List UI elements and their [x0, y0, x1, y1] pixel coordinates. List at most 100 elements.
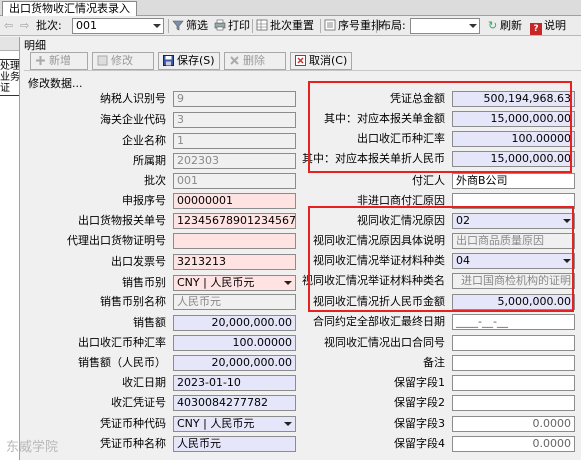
sales-currency-select[interactable]: CNY | 人民币元: [173, 275, 296, 291]
taxpayer-id-field[interactable]: 9: [173, 91, 296, 107]
voucher-currency-name-field[interactable]: 人民币元: [173, 436, 296, 452]
chevron-down-icon: [563, 219, 571, 223]
field-label: 视同收汇情况举证材料种类名: [302, 274, 445, 287]
filter-button[interactable]: 筛选: [172, 16, 208, 36]
reserved-field-2[interactable]: [452, 395, 575, 411]
left-nav-pane[interactable]: 处理业务证: [0, 37, 20, 460]
filter-label: 筛选: [186, 19, 208, 32]
tab-bar: 出口货物收汇情况表录入: [0, 0, 581, 16]
customs-code-field[interactable]: 3: [173, 112, 296, 128]
payer-field[interactable]: 外商B公司: [452, 173, 575, 189]
receipt-voucher-no-field[interactable]: 4030084277782: [173, 395, 296, 411]
field-label: 销售币别: [122, 276, 166, 289]
print-label: 打印: [228, 19, 250, 32]
edit-label: 修改: [111, 54, 133, 67]
field-label: 其中：对应本报关单折人民币: [302, 152, 445, 165]
sales-amount-field[interactable]: 20,000,000.00: [173, 315, 296, 331]
field-label: 海关企业代码: [100, 113, 166, 126]
reserved-field-4[interactable]: 0.0000: [452, 436, 575, 452]
voucher-total-field[interactable]: 500,194,968.63: [452, 91, 575, 107]
reserved-field-3[interactable]: 0.0000: [452, 416, 575, 432]
chevron-down-icon: [153, 24, 161, 28]
non-importer-reason-field[interactable]: [452, 193, 575, 209]
edit-icon: [97, 55, 108, 66]
save-label: 保存(S): [177, 54, 215, 67]
field-label: 收汇凭证号: [111, 396, 166, 409]
sales-currency-name-field[interactable]: 人民币元: [173, 294, 296, 310]
reset-batch-label: 批次重置: [270, 19, 314, 32]
status-text: 修改数据...: [28, 77, 83, 90]
field-label: 合同约定全部收汇最终日期: [313, 315, 445, 328]
plus-icon: [35, 55, 46, 66]
reserved-field-1[interactable]: [452, 375, 575, 391]
declaration-amount-rmb-field[interactable]: 15,000,000.00: [452, 151, 575, 167]
add-label: 新增: [49, 54, 71, 67]
invoice-no-field[interactable]: 3213213: [173, 254, 296, 270]
field-label: 申报序号: [122, 194, 166, 207]
chevron-down-icon: [469, 24, 477, 28]
refresh-icon[interactable]: ↻: [488, 16, 497, 36]
deemed-reason-detail-field[interactable]: 出口商品质量原因: [452, 233, 575, 249]
save-icon: [163, 55, 174, 66]
cancel-icon: [295, 55, 306, 66]
voucher-currency-select[interactable]: CNY | 人民币元: [173, 416, 296, 432]
field-label: 保留字段2: [394, 396, 445, 409]
deemed-reason-select[interactable]: 02: [452, 213, 575, 229]
contract-no-field[interactable]: [452, 335, 575, 351]
company-name-field[interactable]: 1: [173, 133, 296, 149]
toolbar-divider: [252, 19, 253, 33]
field-label: 视同收汇情况原因: [357, 214, 445, 227]
agency-cert-no-field[interactable]: [173, 233, 296, 249]
reorder-button[interactable]: 序号重排: [324, 16, 382, 36]
batch-field[interactable]: 001: [173, 173, 296, 189]
customs-declaration-no-field[interactable]: 123456789012345678001: [173, 213, 296, 229]
filter-icon: [172, 18, 184, 31]
printer-icon: [214, 18, 226, 31]
layout-select[interactable]: [410, 18, 480, 34]
cancel-button[interactable]: 取消(C): [290, 52, 352, 70]
batch-select[interactable]: 001: [72, 18, 164, 34]
exchange-rate-field[interactable]: 100.00000: [173, 335, 296, 351]
save-button[interactable]: 保存(S): [158, 52, 220, 70]
tab-export-receipt-entry[interactable]: 出口货物收汇情况表录入: [2, 1, 137, 16]
forward-arrow-icon[interactable]: ⇨: [20, 16, 29, 36]
edit-button[interactable]: 修改: [92, 52, 154, 70]
period-field[interactable]: 202303: [173, 153, 296, 169]
cancel-label: 取消(C): [309, 54, 348, 67]
sales-currency-value: CNY | 人民币元: [177, 276, 255, 289]
evidence-type-select[interactable]: 04: [452, 253, 575, 269]
reset-batch-button[interactable]: 批次重置: [256, 16, 314, 36]
field-label: 出口收汇币种汇率: [78, 336, 166, 349]
delete-button[interactable]: 删除: [224, 52, 286, 70]
field-label: 保留字段4: [394, 437, 445, 450]
field-label: 销售额（人民币）: [78, 356, 166, 369]
field-label: 出口收汇币种汇率: [357, 132, 445, 145]
add-button[interactable]: 新增: [30, 52, 88, 70]
delete-label: 删除: [243, 54, 265, 67]
field-label: 保留字段1: [394, 376, 445, 389]
back-arrow-icon[interactable]: ⇦: [4, 16, 13, 36]
field-label: 付汇人: [412, 174, 445, 187]
receipt-date-field[interactable]: 2023-01-10: [173, 375, 296, 391]
toolbar-divider: [320, 19, 321, 33]
right-exchange-rate-field[interactable]: 100.00000: [452, 131, 575, 147]
field-label: 其中：对应本报关单金额: [324, 112, 445, 125]
help-button[interactable]: ? 说明: [530, 16, 566, 36]
field-label: 凭证总金额: [390, 92, 445, 105]
left-pane-header: [0, 37, 19, 51]
grid-icon: [256, 18, 268, 31]
print-button[interactable]: 打印: [214, 16, 250, 36]
remark-field[interactable]: [452, 355, 575, 371]
declaration-seq-field[interactable]: 00000001: [173, 193, 296, 209]
sales-amount-rmb-field[interactable]: 20,000,000.00: [173, 355, 296, 371]
deemed-amount-rmb-field[interactable]: 5,000,000.00: [452, 294, 575, 310]
refresh-button[interactable]: 刷新: [500, 16, 522, 36]
left-pane-label[interactable]: 处理业务证: [0, 59, 19, 96]
field-label: 视同收汇情况原因具体说明: [313, 234, 445, 247]
contract-final-date-field[interactable]: ____-__-__: [452, 314, 575, 330]
field-label: 销售额: [133, 316, 166, 329]
close-icon: [229, 55, 240, 66]
evidence-type-name-field[interactable]: 进口国商检机构的证明: [452, 273, 575, 289]
field-label: 非进口商付汇原因: [357, 194, 445, 207]
declaration-amount-field[interactable]: 15,000,000.00: [452, 111, 575, 127]
